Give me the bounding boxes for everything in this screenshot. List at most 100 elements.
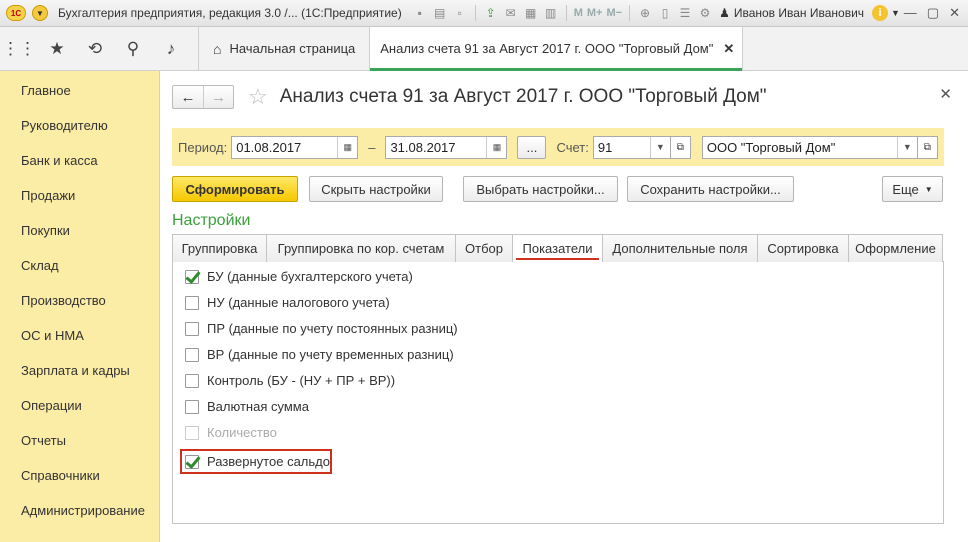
calendar-icon[interactable]: ▦ xyxy=(337,136,357,158)
chevron-down-icon[interactable]: ▼ xyxy=(896,136,917,158)
tab-home[interactable]: ⌂ Начальная страница xyxy=(198,27,371,70)
sidebar-item-manager[interactable]: Руководителю xyxy=(0,108,159,143)
back-arrow-icon[interactable]: ← xyxy=(173,86,203,108)
hide-settings-button[interactable]: Скрыть настройки xyxy=(309,176,443,202)
indicator-bu[interactable]: БУ (данные бухгалтерского учета) xyxy=(185,269,413,284)
minimize-icon[interactable]: — xyxy=(904,5,917,21)
indicator-control[interactable]: Контроль (БУ - (НУ + ПР + ВР)) xyxy=(185,373,395,388)
sidebar-item-main[interactable]: Главное xyxy=(0,73,159,108)
sidebar-item-warehouse[interactable]: Склад xyxy=(0,248,159,283)
indicator-expanded-balance[interactable]: Развернутое сальдо xyxy=(185,454,330,469)
indicator-label: Количество xyxy=(207,425,277,440)
mail-icon[interactable]: ✉ xyxy=(503,5,519,21)
checkbox[interactable] xyxy=(185,295,199,310)
period-label: Период: xyxy=(178,139,228,155)
date-from-field[interactable]: 01.08.2017 ▦ xyxy=(231,135,359,159)
panel-icon[interactable]: ▯ xyxy=(657,5,673,21)
open-link-icon[interactable]: ⧉ xyxy=(670,135,691,159)
sidebar-item-assets[interactable]: ОС и НМА xyxy=(0,318,159,353)
select-period-button[interactable]: ... xyxy=(517,135,547,159)
favorites-star-icon[interactable]: ★ xyxy=(38,27,76,70)
indicator-currency[interactable]: Валютная сумма xyxy=(185,399,309,414)
command-bar: Сформировать Скрыть настройки Выбрать на… xyxy=(172,176,943,202)
checkbox[interactable] xyxy=(185,321,199,336)
more-button[interactable]: Еще ▼ xyxy=(882,176,943,202)
calendar-icon[interactable]: ▦ xyxy=(486,136,506,158)
indicator-label: ПР (данные по учету постоянных разниц) xyxy=(207,321,458,336)
forward-arrow-icon[interactable]: → xyxy=(203,86,233,108)
choose-settings-button[interactable]: Выбрать настройки... xyxy=(463,176,618,202)
save-icon[interactable]: ▪ xyxy=(412,5,428,21)
checkbox[interactable] xyxy=(185,399,199,414)
checkbox[interactable] xyxy=(185,454,199,469)
checkbox[interactable] xyxy=(185,269,199,284)
app-logo-icon: 1С xyxy=(6,5,26,21)
sidebar-item-catalogs[interactable]: Справочники xyxy=(0,458,159,493)
save-settings-button[interactable]: Сохранить настройки... xyxy=(627,176,794,202)
sidebar-item-production[interactable]: Производство xyxy=(0,283,159,318)
indicator-pr[interactable]: ПР (данные по учету постоянных разниц) xyxy=(185,321,458,336)
home-icon: ⌂ xyxy=(213,40,222,57)
settings-heading: Настройки xyxy=(172,212,251,229)
maximize-icon[interactable]: ▢ xyxy=(927,5,939,21)
list-icon[interactable]: ☰ xyxy=(677,5,693,21)
tab-grouping-corr[interactable]: Группировка по кор. счетам xyxy=(266,234,456,262)
chevron-down-icon[interactable]: ▼ xyxy=(649,136,670,158)
open-windows-bar: ⋮⋮ ★ ⟲ ⚲ ♪ ⌂ Начальная страница Анализ с… xyxy=(0,27,968,71)
toolbar-divider xyxy=(629,5,631,21)
memory-subtract-icon[interactable]: M− xyxy=(606,7,622,19)
open-link-icon[interactable]: ⧉ xyxy=(917,135,938,159)
sidebar-item-payroll[interactable]: Зарплата и кадры xyxy=(0,353,159,388)
tab-account-analysis[interactable]: Анализ счета 91 за Август 2017 г. ООО "Т… xyxy=(370,27,744,71)
sidebar-item-bank[interactable]: Банк и касса xyxy=(0,143,159,178)
sidebar-item-reports[interactable]: Отчеты xyxy=(0,423,159,458)
checkbox[interactable] xyxy=(185,373,199,388)
sidebar-item-operations[interactable]: Операции xyxy=(0,388,159,423)
organization-field[interactable]: ООО "Торговый Дом" ▼ xyxy=(701,135,918,159)
current-user[interactable]: ♟ Иванов Иван Иванович xyxy=(719,6,864,20)
window-controls: — ▢ ✕ xyxy=(904,5,960,21)
memory-add-icon[interactable]: M+ xyxy=(587,7,603,19)
date-from-value: 01.08.2017 xyxy=(236,139,302,155)
tab-appearance[interactable]: Оформление xyxy=(848,234,943,262)
attach-icon[interactable]: ⇪ xyxy=(483,5,499,21)
settings-icon[interactable]: ⚙ xyxy=(697,5,713,21)
date-to-field[interactable]: 31.08.2017 ▦ xyxy=(385,135,508,159)
print-icon[interactable]: ▤ xyxy=(432,5,448,21)
close-icon[interactable]: ✕ xyxy=(939,85,952,103)
close-window-icon[interactable]: ✕ xyxy=(949,5,960,21)
generate-button[interactable]: Сформировать xyxy=(172,176,298,202)
sidebar-item-sales[interactable]: Продажи xyxy=(0,178,159,213)
tab-additional-fields[interactable]: Дополнительные поля xyxy=(602,234,758,262)
main-menu-button[interactable]: ▼ xyxy=(32,5,48,21)
search-icon[interactable]: ⚲ xyxy=(114,27,152,70)
account-field[interactable]: 91 ▼ xyxy=(592,135,671,159)
indicator-label: Контроль (БУ - (НУ + ПР + ВР)) xyxy=(207,373,396,388)
calendar-icon[interactable]: ▥ xyxy=(543,5,559,21)
indicator-nu[interactable]: НУ (данные налогового учета) xyxy=(185,295,390,310)
tab-filter[interactable]: Отбор xyxy=(455,234,513,262)
tab-indicators[interactable]: Показатели xyxy=(512,234,603,262)
organization-value: ООО "Торговый Дом" xyxy=(706,139,836,155)
indicator-vr[interactable]: ВР (данные по учету временных разниц) xyxy=(185,347,454,362)
sidebar-item-admin[interactable]: Администрирование xyxy=(0,493,159,528)
sidebar-item-purchases[interactable]: Покупки xyxy=(0,213,159,248)
report-form: ← → ☆ Анализ счета 91 за Август 2017 г. … xyxy=(161,71,968,542)
period-dash: – xyxy=(368,139,376,155)
apps-grid-icon[interactable]: ⋮⋮ xyxy=(0,27,38,70)
preview-icon[interactable]: ▫ xyxy=(452,5,468,21)
window-titlebar: 1С ▼ Бухгалтерия предприятия, редакция 3… xyxy=(0,0,968,27)
info-icon[interactable]: i xyxy=(872,5,889,21)
memory-icon[interactable]: M xyxy=(574,7,583,19)
chevron-down-icon[interactable]: ▼ xyxy=(891,8,900,18)
report-icon[interactable]: ▦ xyxy=(523,5,539,21)
zoom-icon[interactable]: ⊕ xyxy=(637,5,653,21)
close-icon[interactable]: ✕ xyxy=(723,41,734,57)
checkbox[interactable] xyxy=(185,347,199,362)
account-value: 91 xyxy=(597,139,613,155)
tab-sorting[interactable]: Сортировка xyxy=(757,234,849,262)
history-icon[interactable]: ⟲ xyxy=(76,27,114,70)
favorite-star-icon[interactable]: ☆ xyxy=(248,84,268,110)
tab-grouping[interactable]: Группировка xyxy=(172,234,267,262)
bell-icon[interactable]: ♪ xyxy=(152,27,190,70)
